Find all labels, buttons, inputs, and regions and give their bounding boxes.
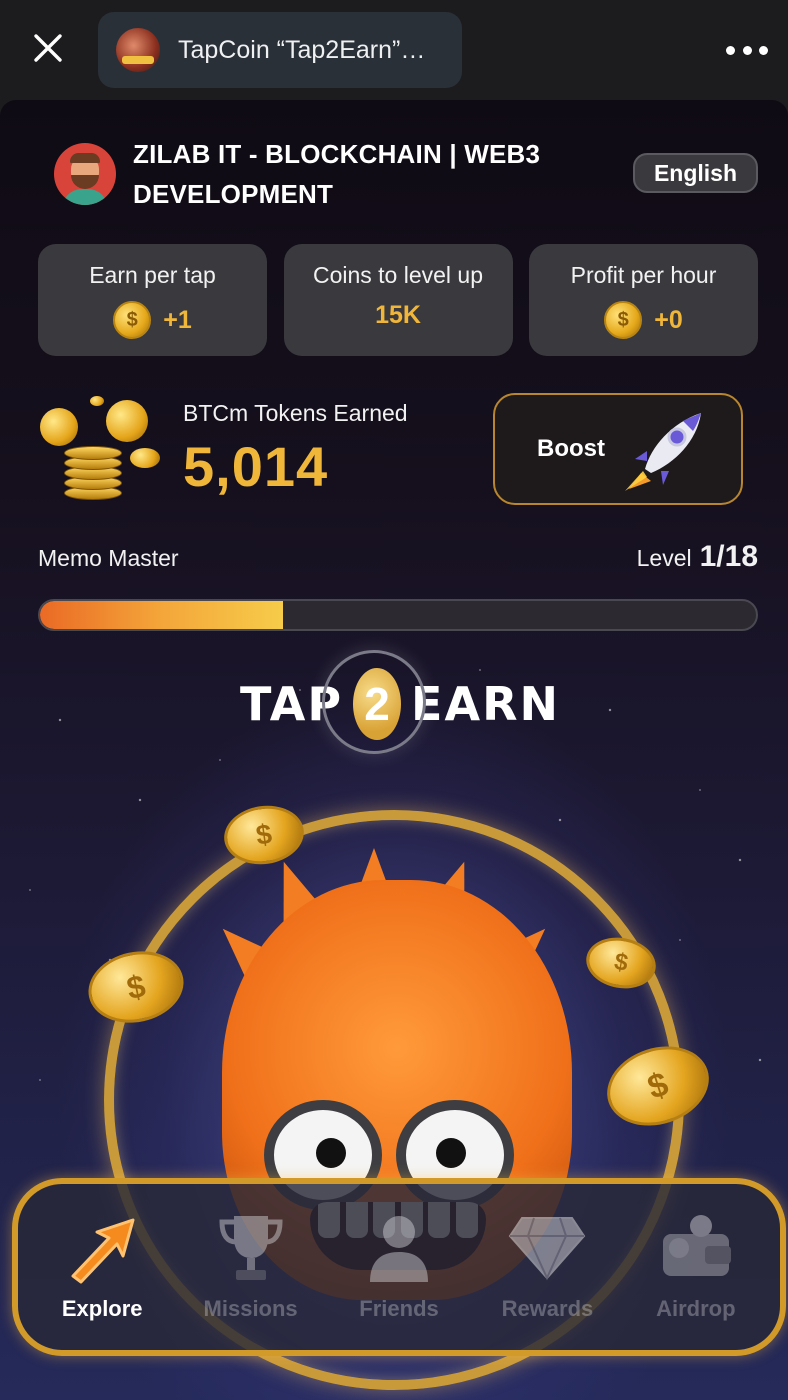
stat-label: Profit per hour <box>570 262 717 288</box>
trophy-icon <box>212 1210 290 1284</box>
more-dot-icon <box>726 45 735 55</box>
close-button[interactable] <box>28 28 68 68</box>
app-tab[interactable]: TapCoin “Tap2Earn”… <box>98 12 462 88</box>
diamond-icon <box>508 1210 586 1284</box>
level-progress-bar <box>38 599 758 631</box>
level-row: Memo Master Level 1/18 <box>38 540 758 574</box>
stat-value: +0 <box>654 305 683 334</box>
level-label: Level <box>636 545 692 571</box>
nav-label: Airdrop <box>656 1296 736 1321</box>
language-button[interactable]: English <box>632 153 758 193</box>
rocket-icon <box>625 413 701 491</box>
level-progress-fill <box>40 601 284 629</box>
stat-card-earn-per-tap: Earn per tap $ +1 <box>38 244 267 356</box>
stats-row: Earn per tap $ +1 Coins to level up 15K … <box>38 244 758 356</box>
nav-rewards[interactable]: Rewards <box>473 1192 621 1342</box>
nav-explore[interactable]: Explore <box>28 1192 176 1342</box>
tokens-label: BTCm Tokens Earned <box>183 400 408 426</box>
tapcoin-favicon-icon <box>116 28 160 72</box>
tap2earn-logo: TAP 2 EARN <box>240 648 560 760</box>
stat-card-profit-per-hour: Profit per hour $ +0 <box>529 244 758 356</box>
stat-value: 15K <box>375 301 421 329</box>
profile-header: ZILAB IT - BLOCKCHAIN | WEB3 DEVELOPMENT <box>54 134 573 214</box>
stat-value: +1 <box>163 305 192 334</box>
close-icon <box>34 34 62 62</box>
coin-icon: $ <box>113 301 152 339</box>
stat-label: Earn per tap <box>89 262 216 288</box>
tab-title: TapCoin “Tap2Earn”… <box>178 35 426 64</box>
more-dot-icon <box>742 45 752 55</box>
coin-icon: $ <box>604 301 643 339</box>
level-indicator: Level 1/18 <box>637 540 758 574</box>
more-options-button[interactable] <box>726 36 768 64</box>
stat-label: Coins to level up <box>312 262 484 288</box>
nav-airdrop[interactable]: Airdrop <box>622 1192 770 1342</box>
logo-word-right: EARN <box>411 677 560 731</box>
browser-top-bar: TapCoin “Tap2Earn”… <box>0 0 788 100</box>
explore-arrow-icon <box>63 1210 141 1284</box>
level-name: Memo Master <box>38 545 179 571</box>
avatar[interactable] <box>54 143 116 205</box>
boost-button[interactable]: Boost <box>493 393 743 505</box>
nav-friends[interactable]: Friends <box>325 1192 473 1342</box>
nav-label: Friends <box>359 1296 439 1321</box>
tokens-earned: BTCm Tokens Earned 5,014 <box>38 396 418 506</box>
nav-label: Missions <box>203 1296 298 1321</box>
tokens-value: 5,014 <box>183 435 329 498</box>
nav-missions[interactable]: Missions <box>176 1192 324 1342</box>
more-dot-icon <box>759 45 768 55</box>
user-icon <box>360 1210 438 1284</box>
nav-label: Explore <box>61 1296 143 1321</box>
coin-stack-icon <box>38 396 168 504</box>
nav-label: Rewards <box>501 1296 594 1321</box>
stat-card-coins-to-level-up: Coins to level up 15K <box>283 244 513 356</box>
tap2earn-app: ZILAB IT - BLOCKCHAIN | WEB3 DEVELOPMENT… <box>0 100 788 1400</box>
wallet-icon <box>657 1210 735 1284</box>
bottom-nav: Explore Missions Friends Rewards Airdrop <box>12 1178 786 1356</box>
profile-name: ZILAB IT - BLOCKCHAIN | WEB3 DEVELOPMENT <box>133 139 541 209</box>
boost-label: Boost <box>537 435 605 462</box>
level-value: 1/18 <box>699 540 758 573</box>
